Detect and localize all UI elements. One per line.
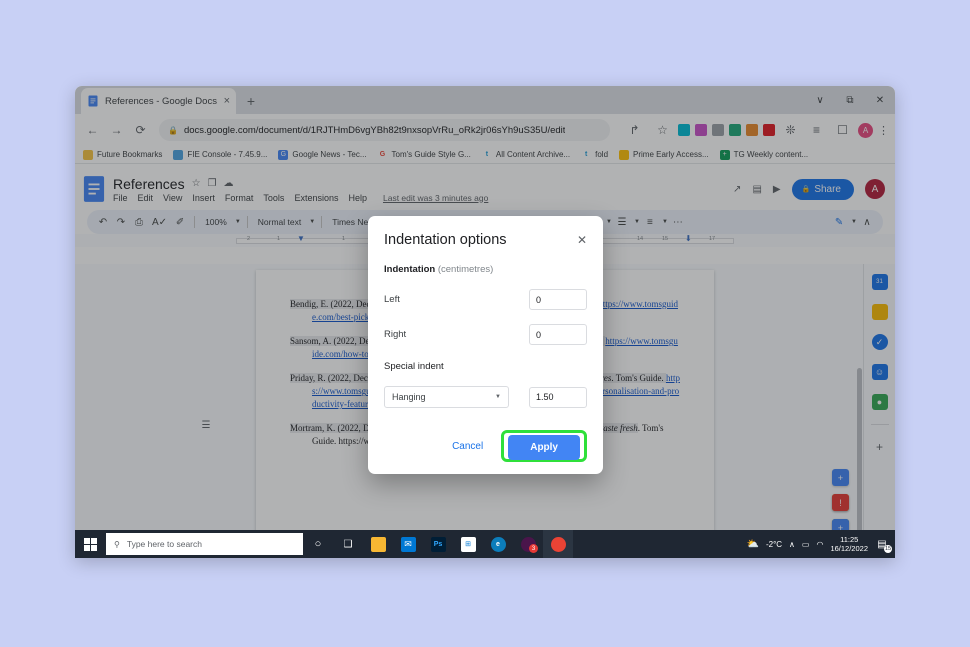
chevron-up-icon[interactable]: ∧ [789, 540, 795, 549]
right-indent-row: Right 0 [384, 324, 587, 345]
system-tray: ⛅ -2°C ∧ ▭ ◠ 11:25 16/12/2022 ▤ 15 [747, 535, 896, 554]
taskbar-app-slack[interactable]: 3 [513, 530, 543, 558]
clock-time: 11:25 [840, 534, 859, 544]
file-explorer-icon [370, 536, 386, 552]
slack-badge: 3 [529, 544, 538, 553]
left-indent-label: Left [384, 294, 400, 305]
cortana-icon: ○ [314, 538, 322, 550]
edge-icon: e [490, 536, 506, 552]
browser-window: References - Google Docs × + ∨ ⧉ ✕ ← → ⟳… [75, 86, 895, 558]
taskbar-app-mail[interactable]: ✉ [393, 530, 423, 558]
temperature-text[interactable]: -2°C [766, 540, 782, 549]
indentation-options-dialog: Indentation options ✕ Indentation (centi… [368, 216, 603, 474]
apply-button-highlight: Apply [501, 430, 587, 462]
mail-icon: ✉ [400, 536, 416, 552]
special-indent-amount-input[interactable]: 1.50 [529, 386, 587, 408]
dialog-title: Indentation options [384, 232, 507, 248]
weather-icon[interactable]: ⛅ [747, 539, 759, 550]
left-indent-row: Left 0 [384, 289, 587, 310]
taskbar-app-chrome[interactable] [543, 530, 573, 558]
close-icon[interactable]: ✕ [569, 232, 587, 246]
chevron-down-icon: ▼ [495, 394, 501, 400]
cortana-button[interactable]: ○ [303, 530, 333, 558]
windows-logo-icon [83, 537, 97, 551]
special-indent-select[interactable]: Hanging ▼ [384, 386, 509, 408]
taskbar-app-edge[interactable]: e [483, 530, 513, 558]
clock[interactable]: 11:25 16/12/2022 [830, 535, 868, 554]
search-icon: ⚲ [114, 539, 120, 549]
apply-button[interactable]: Apply [508, 435, 580, 460]
section-title: Indentation [384, 264, 436, 275]
special-indent-label: Special indent [384, 361, 444, 372]
photoshop-icon: Ps [430, 536, 446, 552]
task-view-icon: ❑ [343, 538, 353, 550]
microsoft-store-icon: ⊞ [460, 536, 476, 552]
notification-center-button[interactable]: ▤ 15 [875, 537, 892, 553]
taskbar-app-file-explorer[interactable] [363, 530, 393, 558]
notification-count-badge: 15 [884, 545, 892, 553]
section-unit: (centimetres) [437, 264, 494, 275]
search-placeholder: Type here to search [126, 539, 202, 549]
indentation-section-label: Indentation (centimetres) [384, 264, 587, 275]
wifi-icon[interactable]: ◠ [816, 540, 823, 549]
dialog-header: Indentation options ✕ [384, 232, 587, 248]
right-indent-label: Right [384, 329, 407, 340]
windows-taskbar: ⚲ Type here to search ○ ❑ ✉ Ps ⊞ e 3 ⛅ -… [75, 530, 895, 558]
special-indent-value: Hanging [392, 392, 426, 402]
taskbar-app-photoshop[interactable]: Ps [423, 530, 453, 558]
clock-date: 16/12/2022 [830, 544, 868, 553]
start-button[interactable] [75, 530, 105, 558]
taskbar-app-microsoft-store[interactable]: ⊞ [453, 530, 483, 558]
task-view-button[interactable]: ❑ [333, 530, 363, 558]
left-indent-input[interactable]: 0 [529, 289, 587, 310]
special-indent-section-label: Special indent [384, 361, 587, 372]
right-indent-input[interactable]: 0 [529, 324, 587, 345]
special-indent-row: Hanging ▼ 1.50 [384, 386, 587, 408]
dialog-actions: Cancel Apply [384, 430, 587, 462]
cancel-button[interactable]: Cancel [438, 434, 497, 459]
battery-icon[interactable]: ▭ [802, 540, 810, 549]
taskbar-search-input[interactable]: ⚲ Type here to search [106, 533, 303, 555]
chrome-icon [550, 536, 566, 552]
